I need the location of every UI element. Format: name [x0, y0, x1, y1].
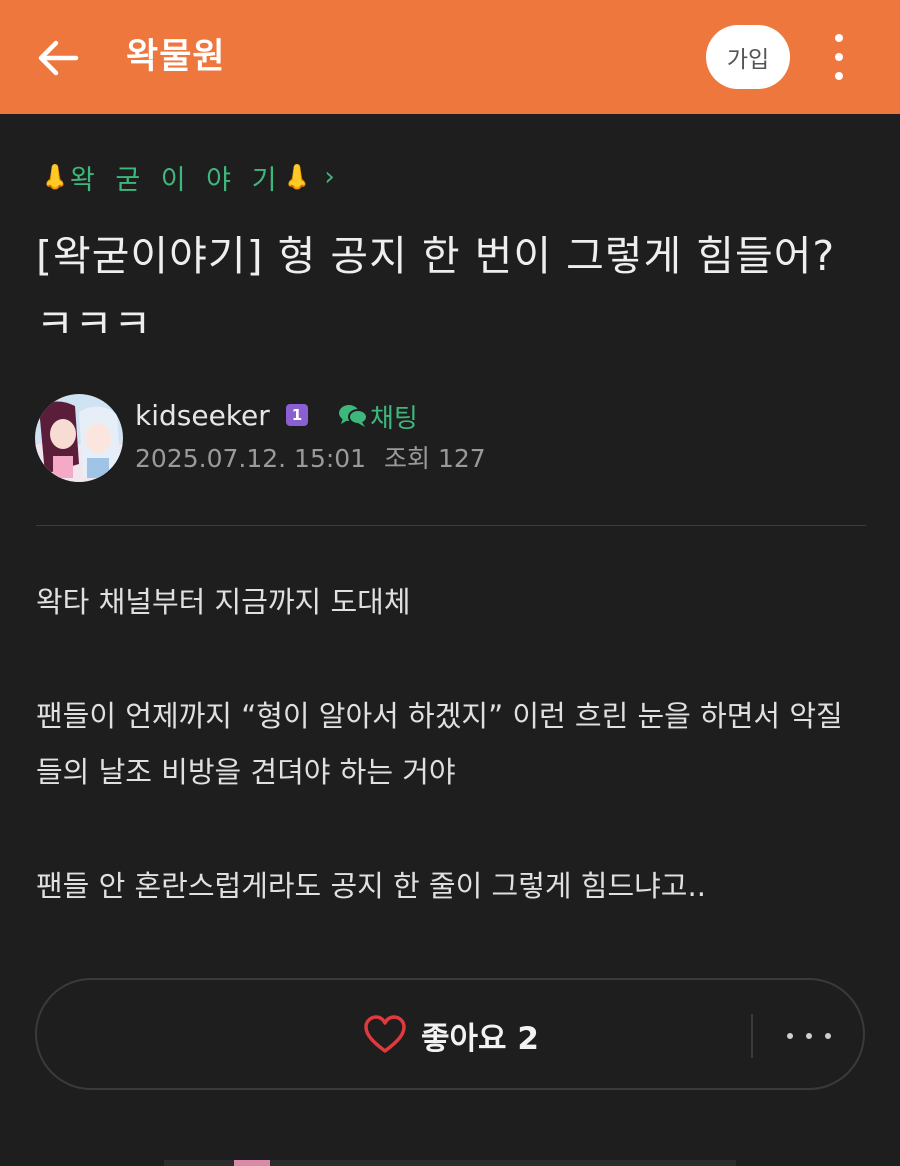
more-options-button[interactable]: [787, 1014, 831, 1058]
view-count: 조회 127: [384, 444, 486, 473]
category-label: 왁 굳 이 야 기: [69, 164, 283, 196]
nose-emoji-icon: 👃: [40, 163, 70, 191]
body-paragraph: 왁타 채널부터 지금까지 도대체: [36, 585, 411, 619]
avatar-image: [35, 394, 123, 482]
heart-icon: [364, 1015, 406, 1053]
like-button[interactable]: 좋아요 2: [363, 1008, 539, 1062]
avatar[interactable]: [35, 394, 123, 482]
post-body: 왁타 채널부터 지금까지 도대체 팬들이 언제까지 “형이 알아서 하겠지” 이…: [36, 574, 866, 914]
author-name[interactable]: kidseeker: [135, 396, 270, 436]
chat-button[interactable]: 채팅: [338, 396, 418, 436]
nose-emoji-icon: 👃: [282, 163, 313, 191]
app-title: 왁물원: [126, 37, 226, 77]
back-arrow-icon: [38, 40, 79, 76]
next-content-preview: [164, 1160, 736, 1166]
more-vertical-icon: [835, 34, 843, 42]
chat-label: 채팅: [370, 403, 418, 434]
chat-bubble-icon: [339, 405, 368, 427]
body-paragraph: 팬들 안 혼란스럽게라도 공지 한 줄이 그렇게 힘드냐고..: [36, 869, 706, 903]
back-button[interactable]: [30, 30, 86, 86]
more-horizontal-icon: [787, 1033, 793, 1039]
body-paragraph: 팬들이 언제까지 “형이 알아서 하겠지” 이런 흐린 눈을 하면서 악질들의 …: [36, 699, 843, 789]
join-button[interactable]: 가입: [706, 25, 790, 89]
action-divider: [751, 1014, 753, 1058]
post-date: 2025.07.12. 15:01: [135, 444, 367, 473]
post-action-bar: 좋아요 2: [35, 978, 865, 1090]
chevron-right-icon: ›: [324, 162, 335, 192]
category-link[interactable]: 👃 왁 굳 이 야 기 👃 ›: [40, 157, 335, 197]
more-menu-button[interactable]: [818, 34, 860, 80]
post-title: [왁굳이야기] 형 공지 한 번이 그렇게 힘들어? ㅋㅋㅋ: [36, 232, 836, 348]
divider: [36, 525, 866, 526]
level-badge: 1: [286, 404, 308, 426]
like-count-label: 좋아요 2: [421, 1020, 539, 1057]
post-meta: 2025.07.12. 15:01 조회 127: [135, 441, 496, 477]
top-app-bar: 왁물원 가입: [0, 0, 900, 114]
